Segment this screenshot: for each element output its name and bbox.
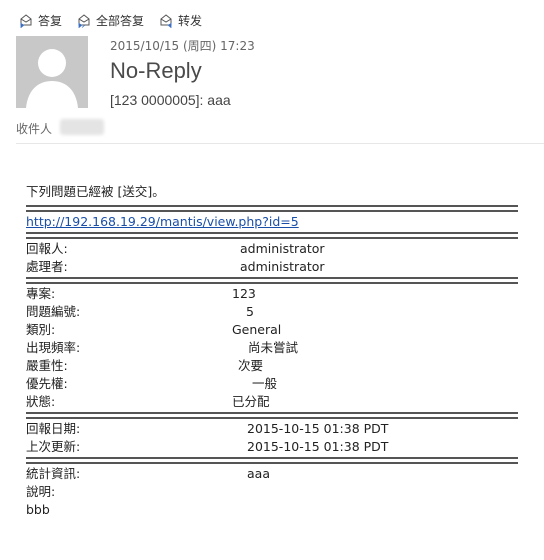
field-label: 專案: (26, 286, 56, 301)
separator (26, 412, 518, 419)
separator (26, 205, 518, 212)
reply-icon (20, 14, 32, 28)
field-value: 尚未嘗試 (248, 340, 299, 355)
field-value: administrator (240, 241, 325, 256)
field-value: 一般 (252, 376, 278, 391)
field-label: 上次更新: (26, 439, 81, 454)
field-label: 處理者: (26, 259, 68, 274)
field-label: 狀態: (26, 394, 56, 409)
field-label: 統計資訊: (26, 466, 81, 481)
description-text: bbb (26, 502, 50, 517)
field-row: 出現頻率: 尚未嘗試 (26, 339, 518, 357)
message-toolbar: 答复 全部答复 转发 (18, 10, 202, 30)
field-value: General (232, 322, 282, 337)
forward-button[interactable]: 转发 (158, 12, 202, 29)
field-row: 回報日期: 2015-10-15 01:38 PDT (26, 420, 518, 438)
field-row: 回報人: administrator (26, 240, 518, 258)
reply-all-label: 全部答复 (96, 13, 145, 28)
field-row: 問題編號: 5 (26, 303, 518, 321)
field-row: 上次更新: 2015-10-15 01:38 PDT (26, 438, 518, 456)
separator (26, 232, 518, 239)
field-label: 優先權: (26, 376, 68, 391)
reply-all-button[interactable]: 全部答复 (76, 12, 144, 29)
field-value: 123 (232, 286, 256, 301)
field-row: 統計資訊: aaa (26, 465, 518, 483)
reply-button[interactable]: 答复 (18, 12, 62, 29)
sender-name[interactable]: No-Reply (110, 58, 202, 84)
field-row: 專案: 123 (26, 285, 518, 303)
field-value: administrator (240, 259, 325, 274)
field-label: 類別: (26, 322, 56, 337)
forward-icon (160, 14, 172, 28)
reply-label: 答复 (38, 13, 63, 28)
forward-label: 转发 (178, 13, 203, 28)
separator (26, 277, 518, 284)
issue-link[interactable]: http://192.168.19.29/mantis/view.php?id=… (26, 213, 518, 231)
intro-text: 下列問題已經被 [送交]。 (26, 184, 165, 199)
field-row: 狀態: 已分配 (26, 393, 518, 411)
field-value: aaa (247, 466, 270, 481)
field-label: 回報人: (26, 241, 68, 256)
field-label: 嚴重性: (26, 358, 68, 373)
message-subject: [123 0000005]: aaa (110, 92, 231, 108)
recipient-redacted (60, 119, 104, 135)
field-label: 出現頻率: (26, 340, 81, 355)
separator (26, 457, 518, 464)
field-value: 2015-10-15 01:38 PDT (247, 439, 389, 454)
message-date: 2015/10/15 (周四) 17:23 (110, 39, 255, 53)
field-row: 說明: (26, 483, 518, 501)
field-value: 2015-10-15 01:38 PDT (247, 421, 389, 436)
field-label: 問題編號: (26, 304, 81, 319)
field-label: 回報日期: (26, 421, 81, 436)
field-value: 次要 (238, 358, 264, 373)
sender-avatar (16, 36, 88, 108)
field-value: 已分配 (232, 394, 270, 409)
recipient-label: 收件人 (16, 122, 53, 136)
header-divider (16, 143, 544, 144)
field-row: 嚴重性: 次要 (26, 357, 518, 375)
person-icon (26, 49, 78, 108)
message-body: 下列問題已經被 [送交]。 http://192.168.19.29/manti… (26, 183, 518, 519)
field-label: 說明: (26, 484, 56, 499)
field-value: 5 (246, 304, 254, 319)
field-row: 類別: General (26, 321, 518, 339)
field-row: 處理者: administrator (26, 258, 518, 276)
field-row: 優先權: 一般 (26, 375, 518, 393)
reply-all-icon (78, 14, 90, 28)
